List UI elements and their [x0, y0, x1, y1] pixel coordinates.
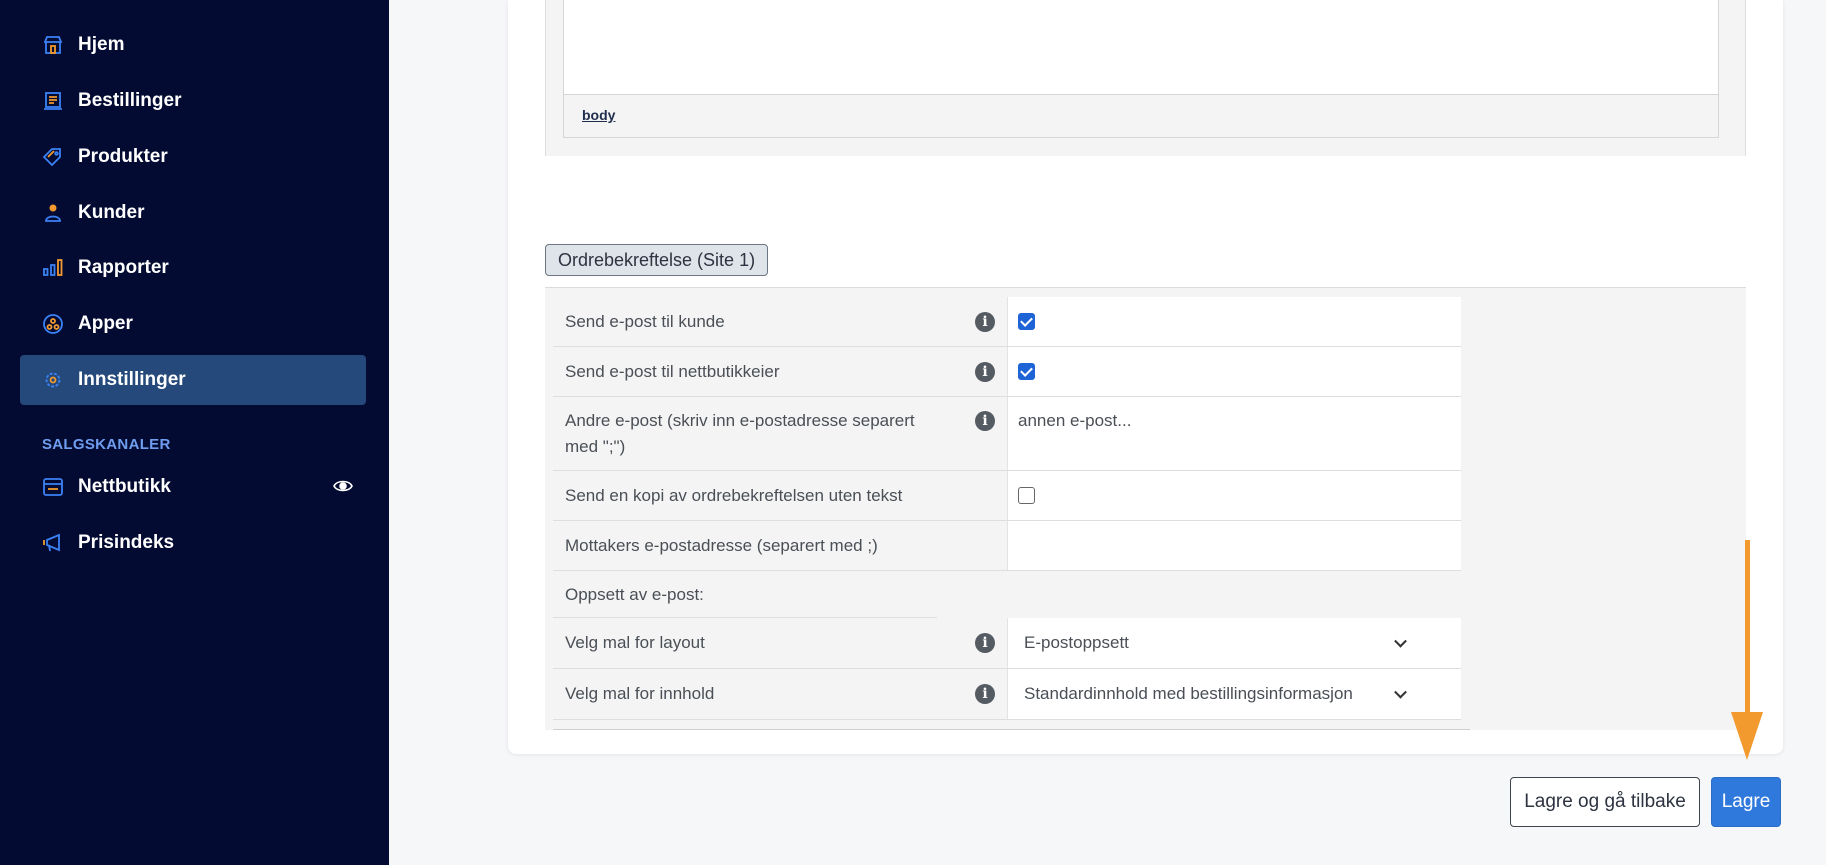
email-setup-heading: Oppsett av e-post: [553, 571, 1461, 618]
info-icon[interactable]: i [975, 311, 995, 332]
send-copy-checkbox[interactable] [1018, 487, 1035, 504]
sidebar: Hjem Bestillinger Produkter Kunder Rappo… [0, 0, 389, 865]
info-icon[interactable]: i [975, 361, 995, 382]
send-owner-checkbox[interactable] [1018, 363, 1035, 380]
editor-status-bar: body [563, 95, 1719, 138]
send-customer-checkbox[interactable] [1018, 313, 1035, 330]
setting-row-send-owner: Send e-post til nettbutikkeier i [553, 347, 1461, 397]
info-icon[interactable]: i [975, 633, 995, 653]
eye-icon[interactable] [333, 476, 353, 496]
section-toggle-ordrebekreftelse[interactable]: Ordrebekreftelse (Site 1) [545, 244, 769, 276]
arrow-down-icon [1731, 540, 1763, 760]
sidebar-item-label: Produkter [78, 146, 168, 167]
setting-row-send-copy: Send en kopi av ordrebekreftelsen uten t… [553, 471, 1461, 521]
gear-icon [42, 369, 64, 391]
orders-icon [42, 90, 64, 112]
chevron-down-icon [1394, 685, 1407, 699]
apps-icon [42, 313, 64, 335]
save-and-back-button[interactable]: Lagre og gå tilbake [1510, 777, 1700, 827]
sidebar-item-produkter[interactable]: Produkter [20, 132, 366, 182]
sidebar-item-label: Bestillinger [78, 90, 182, 111]
info-icon[interactable]: i [975, 684, 995, 704]
bar-chart-icon [42, 257, 64, 279]
setting-label: Send e-post til nettbutikkeier [565, 361, 780, 381]
save-button[interactable]: Lagre [1711, 777, 1781, 827]
other-emails-input[interactable]: annen e-post... [1018, 411, 1131, 431]
store-icon [42, 34, 64, 56]
setting-label: Velg mal for layout [565, 633, 705, 652]
setting-row-recipient: Mottakers e-postadresse (separert med ;) [553, 521, 1461, 571]
person-icon [42, 202, 64, 224]
chevron-down-icon [1394, 634, 1407, 648]
shop-window-icon [42, 476, 64, 498]
content-template-select[interactable]: Standardinnhold med bestillingsinformasj… [1018, 669, 1461, 719]
sidebar-item-rapporter[interactable]: Rapporter [20, 243, 366, 293]
sidebar-item-label: Kunder [78, 202, 145, 223]
sidebar-item-label: Prisindeks [78, 532, 175, 553]
megaphone-icon [42, 532, 64, 554]
setting-label: Mottakers e-postadresse (separert med ;) [565, 535, 878, 555]
sidebar-item-label: Innstillinger [78, 369, 186, 390]
layout-template-select[interactable]: E-postoppsett [1018, 618, 1461, 668]
sidebar-item-label: Hjem [78, 34, 125, 55]
section-label-salgskanaler: SALGSKANALER [42, 436, 171, 453]
setting-row-content-template: Velg mal for innhold i Standardinnhold m… [553, 669, 1461, 720]
sidebar-item-prisindeks[interactable]: Prisindeks [20, 518, 366, 568]
setting-row-layout-template: Velg mal for layout i E-postoppsett [553, 618, 1461, 669]
setting-label: Send en kopi av ordrebekreftelsen uten t… [565, 485, 903, 505]
setting-label: Send e-post til kunde [565, 311, 725, 331]
sidebar-item-apper[interactable]: Apper [20, 299, 366, 349]
sidebar-item-label: Apper [78, 313, 133, 334]
setting-label: Velg mal for innhold [565, 684, 715, 703]
setting-label: Andre e-post (skriv inn e-postadresse se… [565, 411, 915, 456]
setting-row-other-emails: Andre e-post (skriv inn e-postadresse se… [553, 397, 1461, 471]
setting-row-send-customer: Send e-post til kunde i [553, 297, 1461, 347]
sidebar-item-bestillinger[interactable]: Bestillinger [20, 76, 366, 126]
sidebar-item-kunder[interactable]: Kunder [20, 188, 366, 238]
rich-text-editor[interactable] [563, 0, 1719, 95]
sidebar-item-label: Nettbutikk [78, 476, 171, 497]
sidebar-item-label: Rapporter [78, 257, 169, 278]
tag-icon [42, 146, 64, 168]
divider [553, 729, 1470, 730]
info-icon[interactable]: i [975, 411, 995, 431]
editor-element-path[interactable]: body [582, 107, 615, 123]
sidebar-item-hjem[interactable]: Hjem [20, 20, 366, 70]
sidebar-item-innstillinger[interactable]: Innstillinger [20, 355, 366, 405]
sidebar-item-nettbutikk[interactable]: Nettbutikk [20, 462, 366, 512]
